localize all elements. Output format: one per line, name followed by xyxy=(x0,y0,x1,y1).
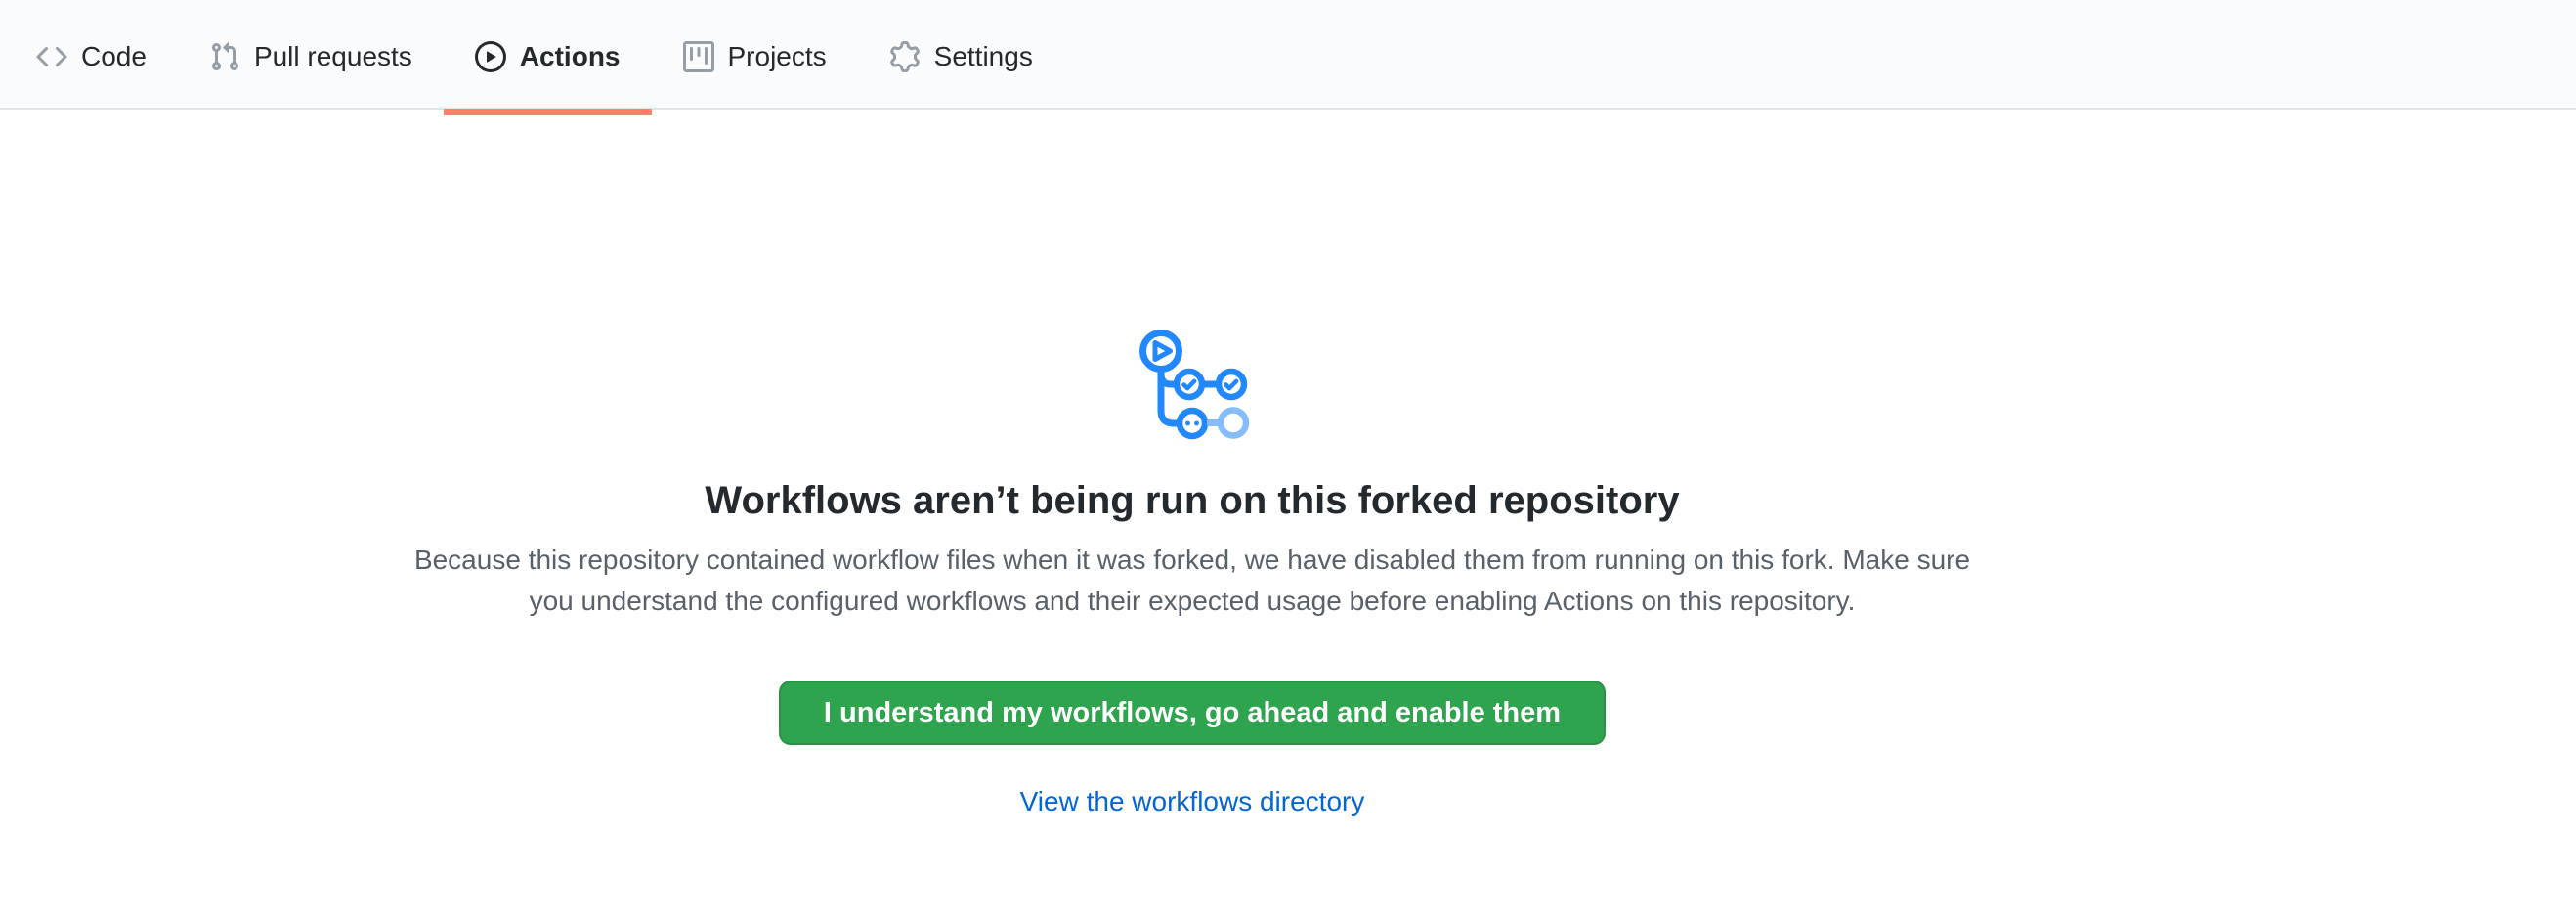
project-icon xyxy=(683,41,714,72)
empty-state-title: Workflows aren’t being run on this forke… xyxy=(0,477,2384,524)
workflow-graph-icon xyxy=(1134,327,1251,440)
workflows-directory-link-row: View the workflows directory xyxy=(0,786,2384,817)
code-icon xyxy=(36,41,67,72)
enable-workflows-button[interactable]: I understand my workflows, go ahead and … xyxy=(779,681,1606,745)
tab-settings-label: Settings xyxy=(934,43,1033,70)
gear-icon xyxy=(889,41,921,72)
tab-code-label: Code xyxy=(81,43,147,70)
play-icon xyxy=(475,41,506,72)
tab-actions[interactable]: Actions xyxy=(444,6,652,108)
view-workflows-directory-link[interactable]: View the workflows directory xyxy=(1020,786,1365,816)
git-pull-request-icon xyxy=(209,41,240,72)
tab-settings[interactable]: Settings xyxy=(858,6,1064,108)
empty-state-description: Because this repository contained workfl… xyxy=(401,540,1984,622)
tab-pull-requests[interactable]: Pull requests xyxy=(178,6,444,108)
actions-empty-state: Workflows aren’t being run on this forke… xyxy=(0,327,2384,817)
tab-pull-requests-label: Pull requests xyxy=(254,43,412,70)
repo-tab-nav: Code Pull requests Actions Projects Sett xyxy=(0,0,2576,110)
tab-actions-label: Actions xyxy=(520,43,621,70)
actions-disabled-page: Code Pull requests Actions Projects Sett xyxy=(0,0,2576,923)
tab-projects-label: Projects xyxy=(728,43,827,70)
tab-code[interactable]: Code xyxy=(5,6,178,108)
tab-projects[interactable]: Projects xyxy=(652,6,858,108)
